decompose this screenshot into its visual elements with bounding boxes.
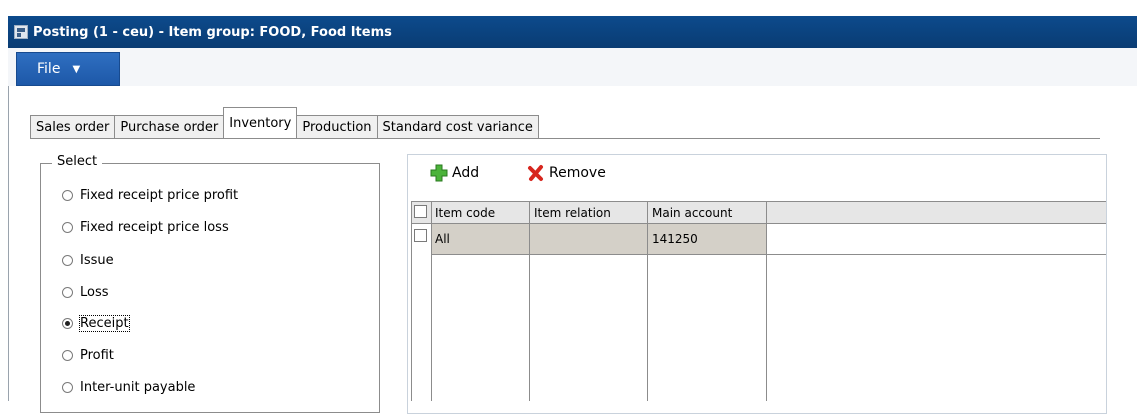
- add-button-label: Add: [452, 165, 480, 181]
- grid-line: [766, 201, 767, 401]
- radio-label: Fixed receipt price loss: [80, 219, 229, 235]
- radio-issue[interactable]: Issue: [62, 250, 114, 270]
- column-header-item-code[interactable]: Item code: [431, 201, 529, 224]
- radio-label: Fixed receipt price profit: [80, 187, 239, 203]
- row-checkbox[interactable]: [414, 229, 427, 242]
- add-icon: [430, 164, 448, 182]
- remove-icon: [527, 164, 545, 182]
- window-title: Posting (1 - ceu) - Item group: FOOD, Fo…: [33, 24, 392, 40]
- radio-label: Issue: [80, 252, 114, 268]
- cell-item-relation[interactable]: [530, 227, 647, 250]
- add-button[interactable]: Add: [430, 163, 479, 183]
- grid-line: [647, 201, 648, 401]
- select-all-checkbox[interactable]: [414, 205, 427, 218]
- radio-label: Receipt: [79, 314, 130, 332]
- tab-production[interactable]: Production: [296, 115, 378, 138]
- chevron-down-icon: ▼: [72, 63, 81, 75]
- remove-button[interactable]: Remove: [527, 163, 606, 183]
- grid-line: [529, 201, 530, 401]
- radio-label: Inter-unit payable: [80, 379, 196, 395]
- radio-inter-unit-payable[interactable]: Inter-unit payable: [62, 377, 195, 397]
- radio-button[interactable]: [62, 189, 73, 201]
- radio-button[interactable]: [62, 221, 73, 233]
- tab-label: Production: [302, 119, 372, 135]
- radio-button[interactable]: [62, 286, 73, 298]
- radio-button[interactable]: [62, 349, 73, 361]
- cell-main-account[interactable]: 141250: [648, 227, 766, 250]
- tab-strip: Sales order Purchase order Inventory Pro…: [30, 107, 539, 138]
- radio-loss[interactable]: Loss: [62, 282, 109, 302]
- radio-receipt[interactable]: Receipt: [62, 313, 130, 333]
- column-header-main-account[interactable]: Main account: [648, 201, 766, 224]
- radio-label: Profit: [80, 347, 114, 363]
- grid-panel: [407, 154, 1107, 414]
- file-button-label: File: [37, 61, 61, 77]
- radio-fixed-receipt-price-profit[interactable]: Fixed receipt price profit: [62, 185, 238, 205]
- file-menu-button[interactable]: File ▼: [16, 52, 120, 86]
- tab-standard-cost-variance[interactable]: Standard cost variance: [376, 115, 539, 138]
- radio-profit[interactable]: Profit: [62, 345, 114, 365]
- select-group-legend: Select: [52, 154, 103, 169]
- radio-label: Loss: [80, 284, 109, 300]
- remove-button-label: Remove: [549, 165, 606, 181]
- tab-label: Inventory: [229, 115, 292, 131]
- radio-button[interactable]: [62, 254, 73, 266]
- radio-button[interactable]: [62, 381, 73, 393]
- tab-purchase-order[interactable]: Purchase order: [114, 115, 225, 138]
- tab-divider: [30, 138, 1100, 139]
- tab-sales-order[interactable]: Sales order: [30, 115, 116, 138]
- tab-label: Purchase order: [120, 119, 219, 135]
- radio-fixed-receipt-price-loss[interactable]: Fixed receipt price loss: [62, 217, 229, 237]
- grid-line: [411, 201, 412, 401]
- ribbon: File ▼: [8, 48, 1137, 87]
- window-title-bar: Posting (1 - ceu) - Item group: FOOD, Fo…: [8, 16, 1137, 48]
- cell-item-code[interactable]: All: [431, 227, 529, 250]
- grid-line: [431, 201, 432, 401]
- tab-inventory[interactable]: Inventory: [223, 107, 298, 138]
- column-header-item-relation[interactable]: Item relation: [530, 201, 647, 224]
- radio-button-selected[interactable]: [62, 317, 73, 329]
- tab-label: Sales order: [36, 119, 110, 135]
- app-icon: [14, 25, 28, 39]
- tab-label: Standard cost variance: [382, 119, 533, 135]
